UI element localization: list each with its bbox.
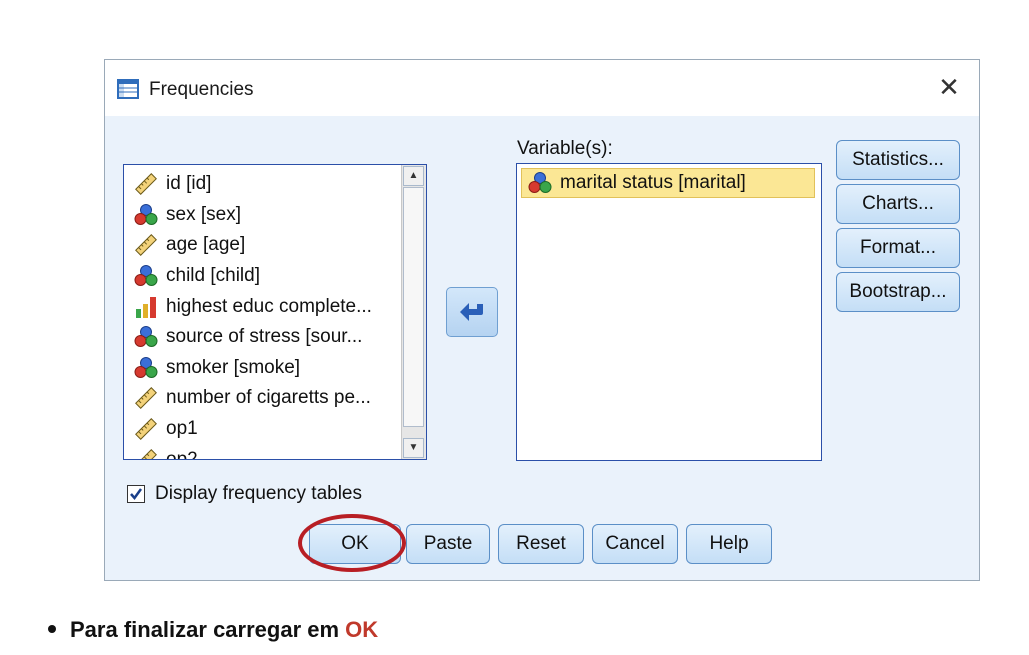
source-variable-item[interactable]: number of cigaretts pe... (124, 383, 400, 414)
target-variable-list[interactable]: marital status [marital] (516, 163, 822, 461)
source-list-scrollbar[interactable]: ▲ ▼ (401, 165, 426, 459)
target-variable-label: marital status [marital] (560, 172, 746, 193)
nominal-icon (134, 356, 158, 380)
close-icon: ✕ (938, 72, 960, 102)
source-variable-label: op1 (166, 418, 198, 440)
target-variable-item[interactable]: marital status [marital] (521, 168, 815, 198)
scroll-thumb[interactable] (403, 187, 424, 427)
move-variable-button[interactable] (446, 287, 498, 337)
source-variable-item[interactable]: sex [sex] (124, 200, 400, 231)
source-variable-item[interactable]: op2 (124, 444, 400, 460)
title-bar[interactable]: Frequencies ✕ (105, 60, 979, 116)
scroll-down-button[interactable]: ▼ (403, 438, 424, 458)
scale-ruler-icon (134, 448, 158, 460)
close-button[interactable]: ✕ (933, 71, 965, 103)
source-variable-item[interactable]: age [age] (124, 230, 400, 261)
source-variable-label: sex [sex] (166, 203, 241, 225)
source-variable-label: id [id] (166, 173, 212, 195)
help-button[interactable]: Help (686, 524, 772, 564)
source-variable-item[interactable]: child [child] (124, 261, 400, 292)
variables-label: Variable(s): (517, 138, 613, 159)
source-variable-list[interactable]: id [id] sex [sex] age [age] child [child] hi… (123, 164, 427, 460)
bootstrap-button[interactable]: Bootstrap... (836, 272, 960, 312)
source-variable-label: age [age] (166, 234, 246, 256)
source-variable-label: smoker [smoke] (166, 356, 301, 378)
cancel-button[interactable]: Cancel (592, 524, 678, 564)
arrow-left-icon (460, 303, 483, 321)
source-variable-items: id [id] sex [sex] age [age] child [child] hi… (124, 169, 400, 460)
frequencies-app-icon (117, 79, 139, 99)
source-variable-item[interactable]: id [id] (124, 169, 400, 200)
caption-highlight: OK (345, 617, 379, 642)
scale-ruler-icon (134, 172, 158, 196)
scale-ruler-icon (134, 233, 158, 257)
nominal-icon (134, 325, 158, 349)
nominal-icon (528, 171, 552, 195)
ok-highlight-ring (298, 514, 406, 572)
checkmark-icon (130, 488, 143, 501)
caption-text: Para finalizar carregar em (70, 617, 346, 642)
dialog-title: Frequencies (149, 79, 254, 100)
display-frequency-tables-option[interactable]: Display frequency tables (127, 483, 362, 505)
source-variable-label: number of cigaretts pe... (166, 387, 371, 409)
scale-ruler-icon (134, 417, 158, 441)
nominal-icon (134, 203, 158, 227)
format-button[interactable]: Format... (836, 228, 960, 268)
charts-button[interactable]: Charts... (836, 184, 960, 224)
source-variable-item[interactable]: smoker [smoke] (124, 353, 400, 384)
statistics-button[interactable]: Statistics... (836, 140, 960, 180)
instruction-caption: Para finalizar carregar em OK (48, 617, 378, 643)
paste-button[interactable]: Paste (406, 524, 490, 564)
source-variable-item[interactable]: highest educ complete... (124, 291, 400, 322)
source-variable-item[interactable]: op1 (124, 414, 400, 445)
reset-button[interactable]: Reset (498, 524, 584, 564)
checkbox-label: Display frequency tables (155, 483, 362, 504)
source-variable-label: highest educ complete... (166, 295, 372, 317)
scale-ruler-icon (134, 386, 158, 410)
frequencies-dialog: Frequencies ✕ id [id] sex [sex] age [age] c… (104, 59, 980, 581)
source-variable-item[interactable]: source of stress [sour... (124, 322, 400, 353)
source-variable-label: child [child] (166, 265, 260, 287)
source-variable-label: source of stress [sour... (166, 326, 363, 348)
scroll-up-button[interactable]: ▲ (403, 166, 424, 186)
display-frequency-tables-checkbox[interactable] (127, 485, 145, 503)
ordinal-bars-icon (134, 295, 158, 319)
bullet-icon (48, 625, 56, 634)
source-variable-label: op2 (166, 448, 198, 460)
nominal-icon (134, 264, 158, 288)
